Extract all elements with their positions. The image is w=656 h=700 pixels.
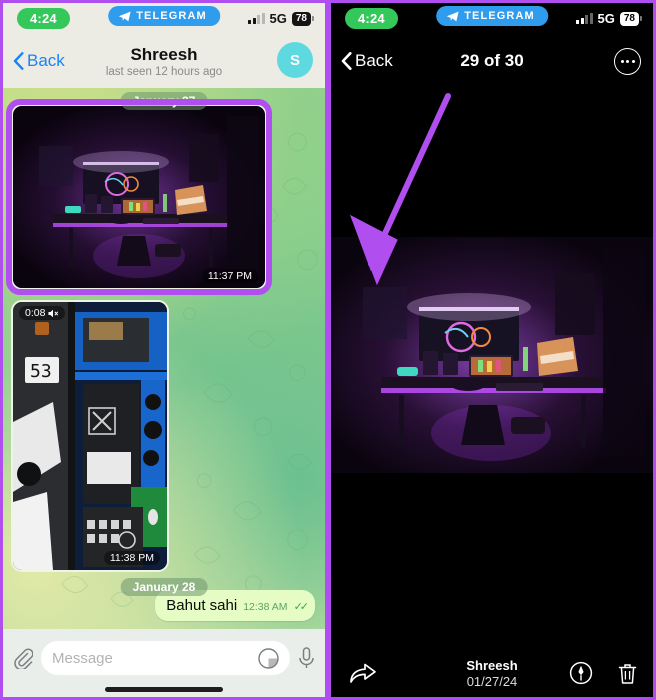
microphone-icon[interactable]	[298, 646, 315, 670]
viewer-bottom-toolbar: Shreesh 01/27/24	[331, 647, 653, 697]
home-indicator-area-left	[3, 687, 325, 697]
status-indicators-right: 5G 78	[576, 11, 643, 26]
status-clock: 4:24	[17, 8, 70, 29]
message-input-field[interactable]: Message	[41, 641, 290, 675]
markup-edit-icon[interactable]	[569, 661, 593, 685]
avatar-initial: S	[289, 51, 300, 69]
svg-text:53: 53	[30, 361, 52, 382]
status-bar-right: 4:24 TELEGRAM 5G 78	[331, 3, 653, 34]
trash-icon[interactable]	[615, 661, 639, 685]
sticker-icon[interactable]	[258, 647, 279, 669]
speaker-muted-icon	[48, 309, 59, 317]
more-options-icon[interactable]	[614, 48, 641, 75]
video-timestamp: 11:38 PM	[103, 551, 160, 565]
back-button-label: Back	[27, 51, 65, 70]
status-bar-left: 4:24 TELEGRAM 5G 78	[3, 3, 325, 34]
status-indicators-left: 5G 78	[248, 11, 315, 26]
laptop-internals-photo: 53	[13, 302, 167, 570]
chat-navbar: Back Shreesh last seen 12 hours ago S	[3, 34, 325, 88]
double-check-icon: ✓✓	[293, 601, 310, 613]
right-phone-panel: 4:24 TELEGRAM 5G 78 Back 29 of 30 Shrees…	[328, 0, 656, 700]
back-button-label-right: Back	[355, 51, 393, 70]
chevron-left-icon	[13, 52, 24, 70]
video-duration-badge: 0:08	[19, 306, 66, 320]
photo-viewer-canvas[interactable]	[331, 88, 653, 647]
share-arrow-icon[interactable]	[349, 662, 377, 684]
date-separator-top: January 27	[120, 92, 208, 110]
network-type-label-right: 5G	[597, 11, 615, 26]
battery-indicator: 78	[291, 11, 315, 26]
chat-message-area[interactable]: January 27 11:37 PM 53 0:08 11:38 PM Jan…	[3, 88, 325, 629]
message-text: Bahut sahi	[166, 597, 238, 614]
telegram-paper-plane-icon	[118, 11, 131, 21]
viewer-actions	[569, 661, 639, 685]
cellular-signal-icon	[576, 13, 593, 24]
telegram-app-badge: TELEGRAM	[108, 6, 220, 26]
telegram-badge-label-right: TELEGRAM	[464, 10, 535, 22]
contact-avatar[interactable]: S	[277, 42, 313, 78]
viewer-navbar: Back 29 of 30	[331, 34, 653, 88]
network-type-label: 5G	[269, 11, 287, 26]
video-duration-label: 0:08	[25, 307, 46, 319]
date-separator-bottom: January 28	[120, 578, 208, 596]
message-timestamp: 12:38 AM	[243, 601, 288, 613]
photo-timestamp: 11:37 PM	[201, 269, 258, 283]
paperclip-icon[interactable]	[13, 648, 33, 669]
telegram-app-badge-right: TELEGRAM	[436, 6, 548, 26]
viewer-photo[interactable]	[331, 237, 653, 473]
back-button-right[interactable]: Back	[341, 51, 393, 71]
message-placeholder: Message	[52, 649, 113, 667]
desk-setup-photo	[13, 106, 265, 288]
message-input-bar: Message	[3, 629, 325, 687]
cellular-signal-icon	[248, 13, 265, 24]
left-phone-panel: 4:24 TELEGRAM 5G 78 Back Shreesh last se…	[0, 0, 328, 700]
video-message-bubble[interactable]: 53 0:08 11:38 PM	[11, 300, 169, 572]
telegram-paper-plane-icon	[446, 11, 459, 21]
chevron-left-icon	[341, 52, 352, 70]
status-clock-right: 4:24	[345, 8, 398, 29]
battery-indicator-right: 78	[619, 11, 643, 26]
photo-message-bubble[interactable]: 11:37 PM	[11, 104, 267, 290]
desk-setup-photo-large	[331, 237, 653, 473]
home-indicator-left	[105, 687, 223, 692]
back-button-left[interactable]: Back	[13, 51, 65, 71]
telegram-badge-label: TELEGRAM	[136, 10, 207, 22]
screenshot-stage: 4:24 TELEGRAM 5G 78 Back Shreesh last se…	[0, 0, 656, 700]
